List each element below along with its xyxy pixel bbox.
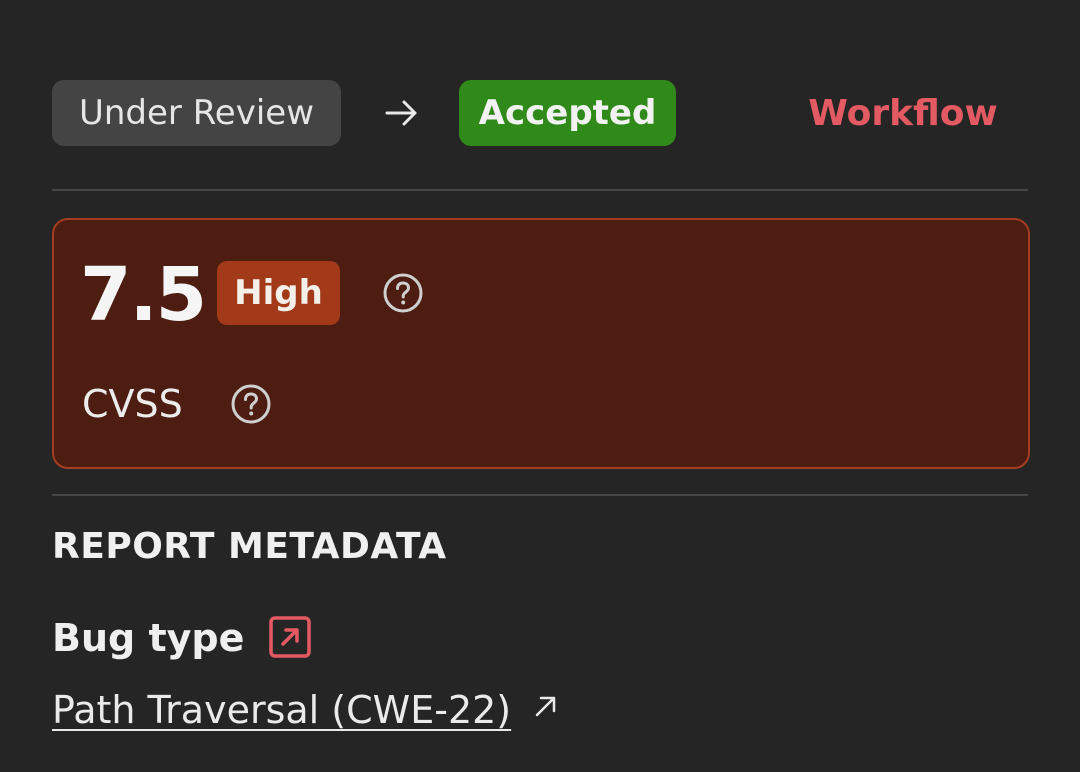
cvss-label: CVSS <box>82 382 183 426</box>
question-circle-icon[interactable] <box>382 272 424 314</box>
bug-type-label: Bug type <box>52 616 245 660</box>
severity-level-badge: High <box>217 261 340 325</box>
status-from-badge: Under Review <box>52 80 341 146</box>
section-heading: REPORT METADATA <box>52 526 447 567</box>
status-to-badge: Accepted <box>459 80 676 146</box>
bug-type-value: Path Traversal (CWE-22) <box>52 688 512 732</box>
question-circle-icon[interactable] <box>230 383 272 425</box>
divider <box>52 494 1028 496</box>
status-transition-row: Under Review Accepted Workflow <box>52 80 1028 146</box>
status-from-label: Under Review <box>78 93 315 133</box>
severity-level-label: High <box>234 273 323 313</box>
status-to-label: Accepted <box>478 93 657 133</box>
external-arrow-icon <box>535 696 556 717</box>
severity-card: 7.5 High CVSS <box>52 218 1030 469</box>
workflow-link[interactable]: Workflow <box>807 80 999 146</box>
severity-score: 7.5 <box>80 252 207 338</box>
report-sidebar-panel: Under Review Accepted Workflow 7.5 High … <box>0 0 1080 772</box>
bug-type-value-link[interactable]: Path Traversal (CWE-22) <box>52 684 561 736</box>
external-link-box-icon[interactable] <box>268 615 312 659</box>
divider <box>52 189 1028 191</box>
arrow-right-icon <box>385 100 417 126</box>
